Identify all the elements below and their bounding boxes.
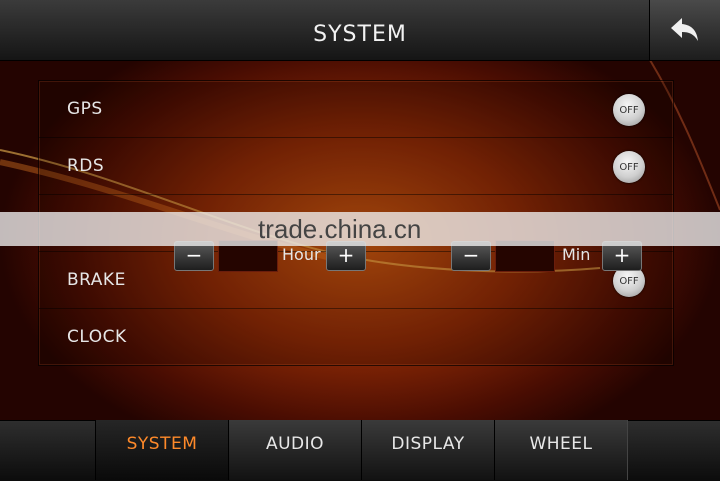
tab-display[interactable]: DISPLAY (361, 420, 495, 480)
setting-row-rds: RDS OFF (39, 138, 673, 195)
back-arrow-icon (671, 18, 698, 41)
watermark-text: trade.china.cn (258, 214, 422, 244)
gps-label: GPS (67, 99, 103, 119)
back-button[interactable] (649, 0, 720, 60)
setting-row-clock: CLOCK (39, 309, 673, 365)
tab-system[interactable]: SYSTEM (95, 420, 229, 480)
brake-label: BRAKE (67, 270, 126, 290)
rds-toggle[interactable]: OFF (613, 151, 645, 183)
page-title: SYSTEM (313, 22, 407, 47)
gps-toggle[interactable]: OFF (613, 94, 645, 126)
clock-label: CLOCK (67, 327, 127, 347)
rds-label: RDS (67, 156, 105, 176)
tab-wheel[interactable]: WHEEL (494, 420, 628, 480)
tab-audio[interactable]: AUDIO (228, 420, 362, 480)
setting-row-gps: GPS OFF (39, 81, 673, 138)
